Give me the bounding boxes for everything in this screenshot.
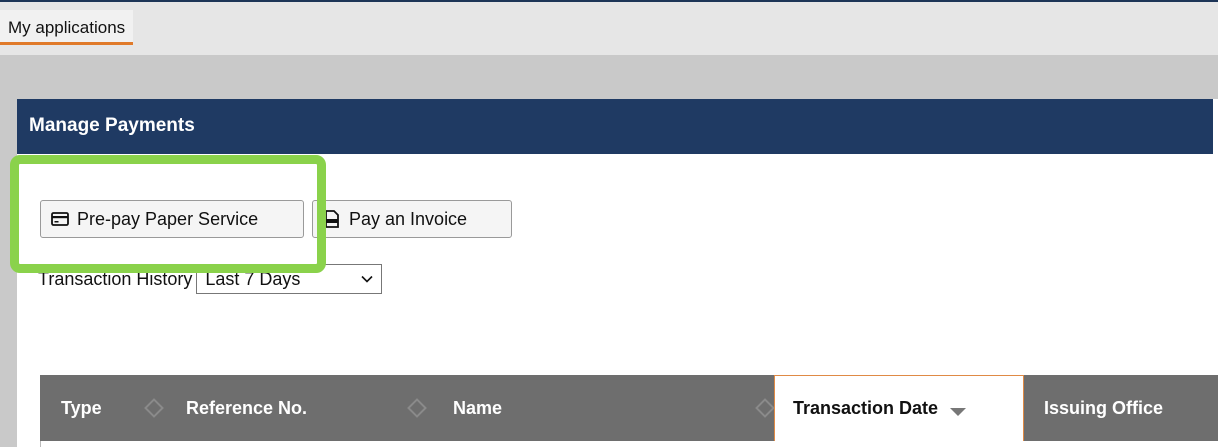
table-header-row: Type Reference No. Name Transaction Date… [40, 375, 1218, 441]
column-issuing-office[interactable]: Issuing Office [1044, 375, 1163, 441]
column-transaction-date-label: Transaction Date [793, 398, 939, 418]
document-icon [325, 210, 339, 228]
column-type[interactable]: Type [61, 375, 164, 441]
transaction-history-select[interactable]: Last 7 Days [196, 264, 383, 294]
prepay-button-label: Pre-pay Paper Service [77, 209, 259, 229]
transaction-history-selected: Last 7 Days [205, 268, 301, 289]
transactions-table: Type Reference No. Name Transaction Date… [40, 375, 1218, 447]
panel-title: Manage Payments [29, 115, 195, 136]
tab-bar: My applications [0, 2, 1218, 55]
column-name-label: Name [453, 397, 503, 418]
prepay-paper-service-button[interactable]: Pre-pay Paper Service [40, 200, 304, 238]
manage-payments-panel: Manage Payments Pre-pay Paper Service Pa… [10, 99, 1218, 447]
pay-invoice-button[interactable]: Pay an Invoice [312, 200, 512, 238]
sort-icon [407, 398, 427, 418]
column-reference-label: Reference No. [186, 397, 308, 418]
column-reference[interactable]: Reference No. [186, 375, 427, 441]
sort-icon [144, 398, 164, 418]
panel-header: Manage Payments [17, 99, 1213, 154]
left-gutter [0, 55, 17, 447]
column-name[interactable]: Name [453, 375, 775, 441]
chevron-down-icon [361, 275, 373, 283]
transaction-history-filter: Transaction History Last 7 Days [38, 264, 383, 294]
sort-descending-icon [950, 407, 967, 416]
column-issuing-office-label: Issuing Office [1044, 397, 1164, 418]
credit-card-icon [51, 212, 69, 226]
column-type-label: Type [61, 397, 102, 418]
invoice-button-label: Pay an Invoice [349, 209, 468, 229]
table-body [40, 441, 1218, 447]
transaction-history-label: Transaction History [38, 268, 193, 289]
sort-icon [755, 398, 775, 418]
tab-my-applications[interactable]: My applications [0, 10, 134, 45]
column-transaction-date[interactable]: Transaction Date [774, 375, 1024, 441]
page-background-strip [0, 55, 1218, 99]
